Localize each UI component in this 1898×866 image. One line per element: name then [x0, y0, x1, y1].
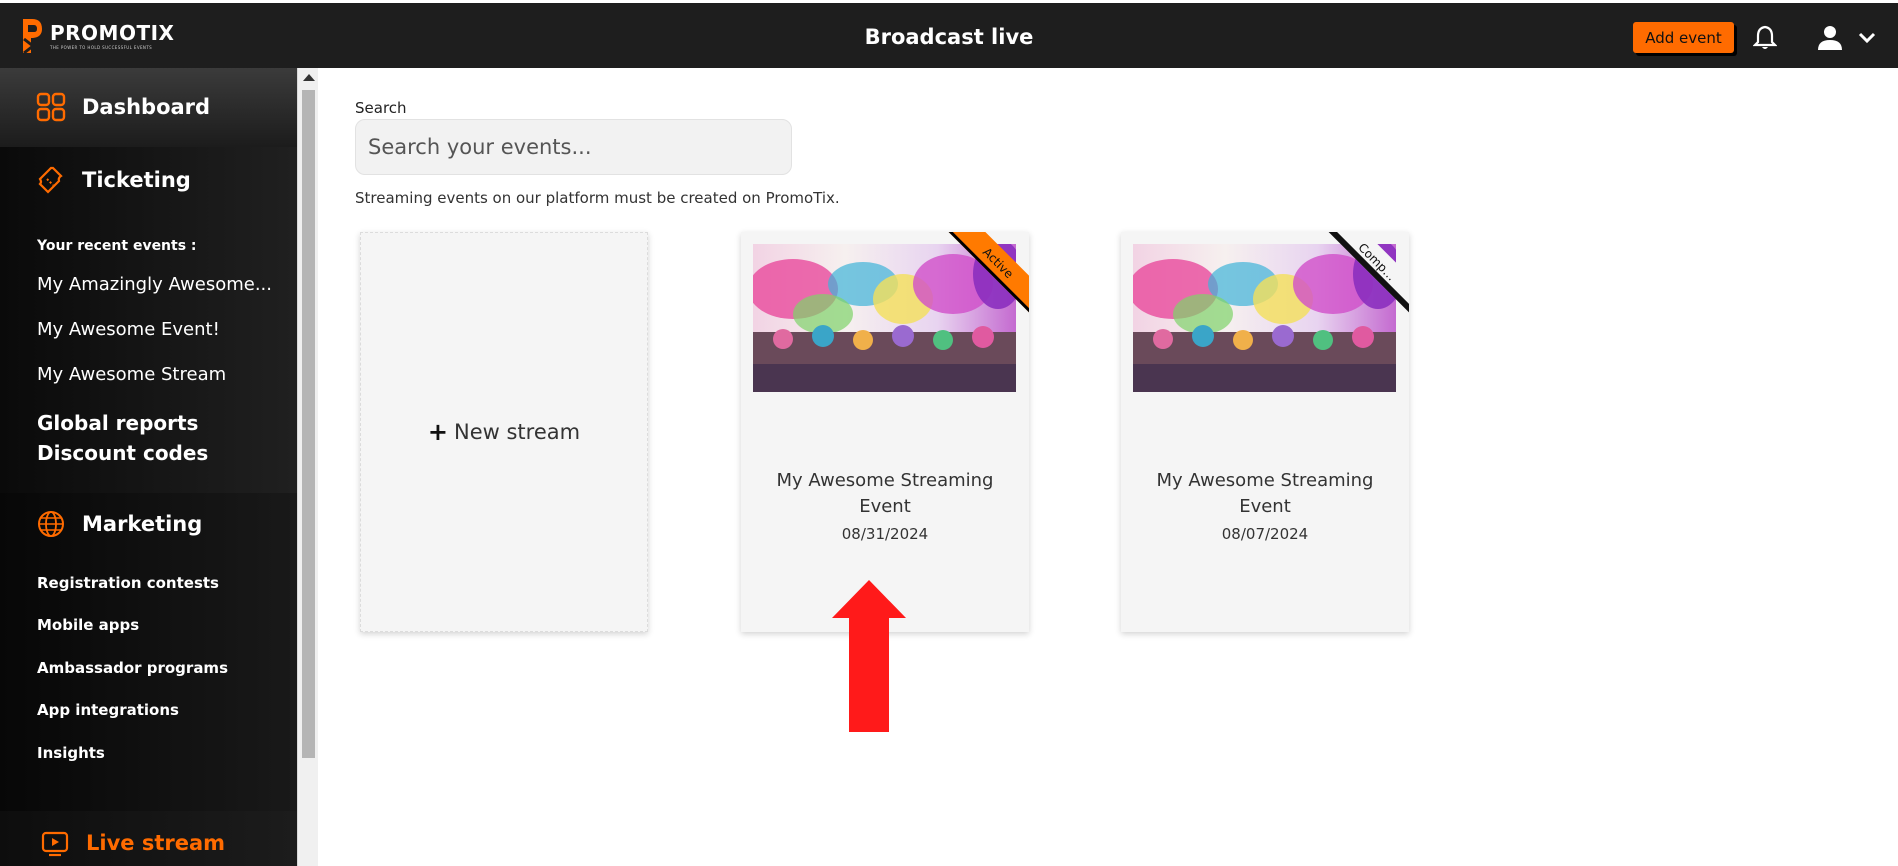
globe-icon — [38, 511, 64, 537]
search-label: Search — [355, 99, 407, 117]
annotation-arrow-icon — [832, 580, 906, 732]
recent-event-link[interactable]: My Awesome Event! — [37, 319, 220, 340]
sidebar-item-app-integrations[interactable]: App integrations — [37, 701, 179, 719]
sidebar-item-mobile-apps[interactable]: Mobile apps — [37, 616, 139, 634]
event-thumbnail — [753, 244, 1016, 392]
sidebar-item-insights[interactable]: Insights — [37, 744, 105, 762]
sidebar-scrollbar[interactable] — [297, 68, 318, 866]
sidebar-item-global-reports[interactable]: Global reports — [37, 411, 198, 435]
event-date: 08/07/2024 — [1221, 525, 1309, 543]
event-title: My Awesome Streaming Event — [1156, 470, 1374, 517]
sidebar-item-label: Dashboard — [82, 95, 211, 119]
event-card[interactable]: Comple... My Awesome Streaming Event 08/… — [1121, 232, 1409, 632]
scroll-up-arrow-icon[interactable] — [303, 74, 315, 81]
sidebar-item-label: Marketing — [82, 512, 203, 536]
add-event-button[interactable]: Add event — [1633, 22, 1734, 53]
recent-event-link[interactable]: My Amazingly Awesome... — [37, 274, 272, 295]
new-stream-label: New stream — [454, 420, 581, 444]
streaming-note: Streaming events on our platform must be… — [355, 189, 840, 207]
sidebar-item-registration-contests[interactable]: Registration contests — [37, 574, 219, 592]
event-thumbnail — [1133, 244, 1396, 392]
main-content: Search Streaming events on our platform … — [318, 68, 1898, 866]
sidebar-section-marketing: Marketing Registration contests Mobile a… — [0, 493, 297, 811]
sidebar-item-ticketing[interactable]: Ticketing — [36, 165, 191, 195]
scroll-thumb[interactable] — [302, 90, 315, 758]
live-stream-icon — [41, 831, 69, 857]
plus-icon: + — [427, 418, 449, 446]
top-bar: PROMOTIX THE POWER TO HOLD SUCCESSFUL EV… — [0, 0, 1898, 68]
search-input[interactable] — [355, 119, 792, 175]
sidebar-item-marketing[interactable]: Marketing — [36, 509, 202, 539]
ticket-icon — [38, 166, 63, 194]
recent-events-caption: Your recent events : — [37, 238, 197, 254]
new-stream-card[interactable]: + New stream — [360, 232, 648, 632]
bell-icon[interactable] — [1753, 25, 1777, 51]
dashboard-icon — [36, 92, 66, 122]
event-title: My Awesome Streaming Event — [776, 470, 994, 517]
recent-event-link[interactable]: My Awesome Stream — [37, 364, 226, 385]
sidebar-item-label: Ticketing — [82, 168, 191, 192]
sidebar-item-label: Live stream — [86, 831, 226, 855]
chevron-down-icon[interactable] — [1858, 31, 1876, 45]
sidebar: Dashboard Ticketing Your recent events :… — [0, 68, 297, 866]
sidebar-item-live-stream[interactable]: Live stream — [0, 811, 297, 866]
page-title: Broadcast live — [864, 25, 1034, 49]
event-date: 08/31/2024 — [841, 525, 929, 543]
sidebar-section-ticketing: Ticketing Your recent events : My Amazin… — [0, 147, 297, 493]
sidebar-item-ambassador-programs[interactable]: Ambassador programs — [37, 659, 228, 677]
user-icon[interactable] — [1816, 25, 1844, 51]
sidebar-item-dashboard[interactable]: Dashboard — [0, 68, 297, 147]
event-card[interactable]: Active My Awesome Streaming Event 08/31/… — [741, 232, 1029, 632]
sidebar-item-discount-codes[interactable]: Discount codes — [37, 441, 208, 465]
